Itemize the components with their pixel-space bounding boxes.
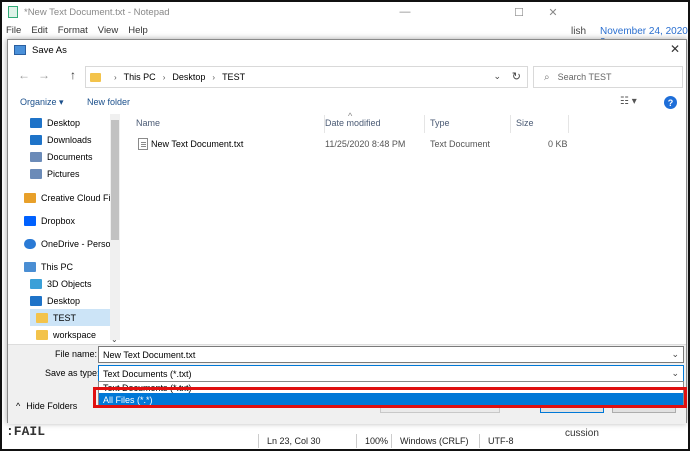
notepad-title: *New Text Document.txt - Notepad <box>24 6 170 18</box>
red-highlight-box <box>93 387 687 408</box>
menu-file[interactable]: File <box>6 25 21 36</box>
column-name[interactable]: Name <box>136 118 160 128</box>
sidebar-item-desktop[interactable]: Desktop📌 <box>30 114 120 131</box>
close-button[interactable]: ✕ <box>538 2 568 22</box>
folder-icon <box>36 329 48 340</box>
file-name-label: File name: <box>55 349 98 359</box>
chevron-down-icon[interactable]: ⌄ <box>671 368 679 379</box>
new-folder-button[interactable]: New folder <box>87 97 130 107</box>
forward-arrow-icon[interactable]: → <box>38 68 50 82</box>
back-arrow-icon[interactable]: ← <box>18 68 30 82</box>
breadcrumb-desktop[interactable]: Desktop <box>172 72 205 82</box>
chevron-down-icon[interactable]: ⌄ <box>493 71 501 82</box>
computer-icon <box>24 261 36 272</box>
download-icon <box>30 134 42 145</box>
sidebar-item-documents[interactable]: Documents📌 <box>30 148 120 165</box>
creative-cloud-icon <box>24 192 36 203</box>
dialog-toolbar: Organize ▾ New folder ☷ ▾ ? <box>8 92 686 112</box>
chevron-down-icon[interactable]: ⌄ <box>111 335 118 344</box>
file-date: 11/25/2020 8:48 PM <box>325 139 406 149</box>
background-text-2: cussion <box>565 428 599 439</box>
navigation-pane: Desktop📌 Downloads📌 Documents📌 Pictures📌… <box>8 114 120 344</box>
column-date-modified[interactable]: Date modified <box>325 118 381 128</box>
menu-edit[interactable]: Edit <box>31 25 47 36</box>
maximize-button[interactable]: ☐ <box>504 2 534 22</box>
onedrive-icon <box>24 238 36 249</box>
chevron-up-icon: ^ <box>16 401 21 411</box>
view-options-icon[interactable]: ☷ ▾ <box>620 96 637 107</box>
notepad-icon <box>8 6 18 18</box>
chevron-right-icon: › <box>162 72 166 82</box>
sidebar-item-workspace[interactable]: workspace <box>36 326 96 343</box>
sidebar-item-creative-cloud[interactable]: Creative Cloud Fil <box>24 189 113 206</box>
sidebar-item-3d-objects[interactable]: 3D Objects <box>30 275 92 292</box>
notepad-menu-bar: File Edit Format View Help <box>2 22 148 38</box>
nav-scrollbar[interactable]: ⌄ <box>110 114 120 344</box>
file-name-input[interactable]: New Text Document.txt ⌄ <box>98 346 684 363</box>
menu-view[interactable]: View <box>98 25 118 36</box>
sidebar-item-this-pc[interactable]: This PC <box>24 258 73 275</box>
file-name: New Text Document.txt <box>151 139 244 149</box>
navigation-bar: ← → ↑ › This PC › Desktop › TEST ⌄ ↻ ⌕ Sear… <box>8 62 686 90</box>
notepad-title-bar: *New Text Document.txt - Notepad — ☐ ✕ <box>2 2 570 22</box>
file-list-header: ^ Name Date modified Type Size <box>128 111 569 133</box>
search-placeholder: Search TEST <box>557 72 612 82</box>
sidebar-item-pictures[interactable]: Pictures📌 <box>30 165 120 182</box>
search-icon: ⌕ <box>544 71 550 83</box>
save-as-type-select[interactable]: Text Documents (*.txt) ⌄ <box>98 365 684 382</box>
column-size[interactable]: Size <box>516 118 534 128</box>
file-size: 0 KB <box>548 139 568 149</box>
dropbox-icon <box>24 215 36 226</box>
menu-help[interactable]: Help <box>128 25 148 36</box>
column-type[interactable]: Type <box>430 118 450 128</box>
status-line-endings: Windows (CRLF) <box>391 434 479 448</box>
refresh-icon[interactable]: ↻ <box>512 70 521 83</box>
minimize-button[interactable]: — <box>390 2 420 22</box>
sidebar-item-desktop-2[interactable]: Desktop <box>30 292 80 309</box>
organize-button[interactable]: Organize ▾ <box>20 97 64 108</box>
menu-format[interactable]: Format <box>58 25 88 36</box>
desktop-icon <box>30 117 42 128</box>
sidebar-item-test[interactable]: TEST <box>30 309 110 326</box>
file-row[interactable]: New Text Document.txt 11/25/2020 8:48 PM… <box>128 136 568 153</box>
pictures-icon <box>30 168 42 179</box>
background-text: lish <box>571 26 587 37</box>
scrollbar-thumb[interactable] <box>111 120 119 240</box>
up-arrow-icon[interactable]: ↑ <box>70 68 76 82</box>
dialog-close-button[interactable]: ✕ <box>670 42 680 56</box>
chevron-right-icon: › <box>212 72 216 82</box>
desktop-icon <box>30 295 42 306</box>
chevron-down-icon[interactable]: ⌄ <box>671 349 679 360</box>
hide-folders-button[interactable]: ^ Hide Folders <box>16 401 77 411</box>
dialog-title: Save As <box>32 44 67 56</box>
help-icon[interactable]: ? <box>664 96 677 109</box>
folder-icon <box>36 312 48 323</box>
status-encoding: UTF-8 <box>479 434 522 448</box>
save-as-icon <box>14 45 26 55</box>
3d-objects-icon <box>30 278 42 289</box>
background-fail-text: :FAIL <box>6 424 46 439</box>
sidebar-item-onedrive[interactable]: OneDrive - Persor <box>24 235 114 252</box>
breadcrumb-test[interactable]: TEST <box>222 72 245 82</box>
sidebar-item-dropbox[interactable]: Dropbox <box>24 212 75 229</box>
dialog-title-bar: Save As ✕ <box>8 40 686 60</box>
sidebar-item-downloads[interactable]: Downloads📌 <box>30 131 120 148</box>
folder-icon <box>90 72 101 82</box>
text-document-icon <box>138 138 148 150</box>
status-zoom: 100% <box>356 434 391 448</box>
file-type: Text Document <box>430 139 491 149</box>
status-position: Ln 23, Col 30 <box>258 434 356 448</box>
documents-icon <box>30 151 42 162</box>
breadcrumb-this-pc[interactable]: This PC <box>124 72 156 82</box>
notepad-status-bar: Ln 23, Col 30 100% Windows (CRLF) UTF-8 <box>258 433 522 449</box>
address-bar[interactable]: › This PC › Desktop › TEST ⌄ ↻ <box>85 66 528 88</box>
chevron-right-icon: › <box>114 72 117 82</box>
search-input[interactable]: ⌕ Search TEST <box>533 66 683 88</box>
save-as-type-label: Save as type: <box>45 368 100 378</box>
